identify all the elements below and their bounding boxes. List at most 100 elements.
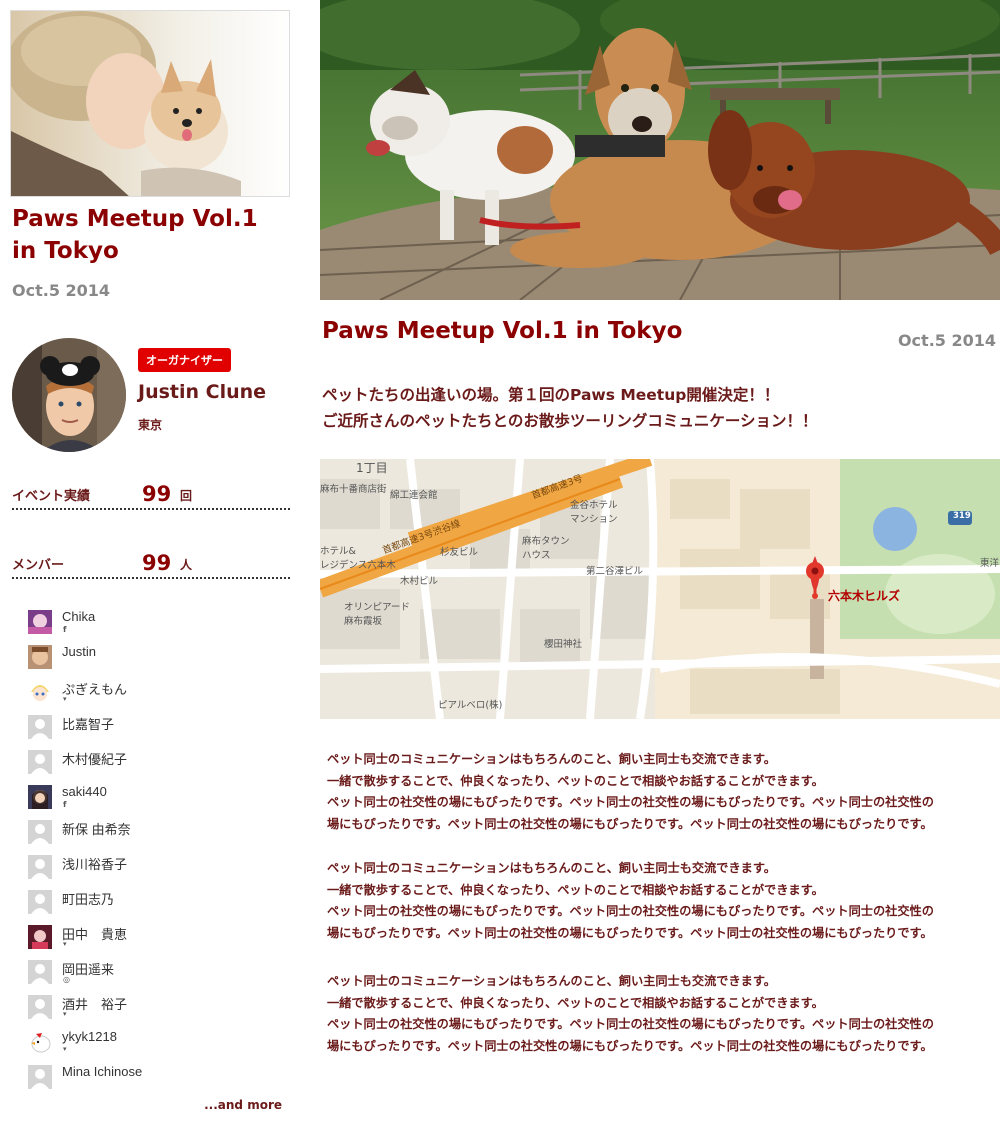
member-item[interactable]: Justin [26,643,286,678]
description-line: 一緒で散歩することで、仲良くなったり、ペットのことで相談やお話することができます… [327,995,824,1010]
description-line: 場にもぴったりです。ペット同士の社交性の場にもぴったりです。ペット同士の社交性の… [327,816,933,831]
organizer-avatar[interactable] [12,338,126,452]
map-label: 綿工連会館 [390,490,438,501]
map-route-shield: 319 [953,511,971,521]
member-name[interactable]: 比嘉智子 [62,714,114,733]
map-label: 麻布タウン ハウス [522,536,570,561]
member-item[interactable]: ぷぎえもん ▾ [26,678,286,713]
description-line: ペット同士の社交性の場にもぴったりです。ペット同士の社交性の場にもぴったりです。… [327,1017,934,1031]
member-avatar[interactable] [28,750,52,774]
member-name[interactable]: 酒井 裕子 [62,994,127,1013]
map-label: 第二谷澤ビル [586,566,644,577]
stat-event-count: イベント実績 99 回 [12,480,290,510]
facebook-icon: f [63,800,67,809]
member-avatar[interactable] [28,715,52,739]
twitter-icon: ▾ [63,695,67,703]
member-name[interactable]: Mina Ichinose [62,1064,142,1079]
description-line: ペット同士のコミュニケーションはもちろんのこと、飼い主同士も交流できます。 [327,752,776,766]
map-label: 金谷ホテル マンション [570,500,618,525]
member-avatar[interactable] [28,1065,52,1089]
description-line: 場にもぴったりです。ペット同士の社交性の場にもぴったりです。ペット同士の社交性の… [327,1038,933,1053]
description-line: ペット同士の社交性の場にもぴったりです。ペット同士の社交性の場にもぴったりです。… [327,795,934,809]
sidebar-title-line2: in Tokyo [12,238,119,264]
stat-value: 99 [142,551,172,575]
sidebar-title-line1: Paws Meetup Vol.1 [12,206,258,232]
map-pin-label: 六本木ヒルズ [828,589,901,603]
sidebar-event-title[interactable]: Paws Meetup Vol.1 in Tokyo [12,203,292,267]
sidebar-event-date: Oct.5 2014 [12,281,111,300]
stat-unit: 回 [180,489,193,503]
member-avatar[interactable] [28,960,52,984]
organizer-location: 東京 [138,418,163,432]
event-main-photo [320,0,1000,300]
member-avatar[interactable] [28,645,52,669]
member-name[interactable]: 町田志乃 [62,889,114,908]
tagline-line1: ペットたちの出逢いの場。第１回のPaws Meetup開催決定！！ [322,386,780,404]
member-name[interactable]: 浅川裕香子 [62,854,127,873]
organizer-name[interactable]: Justin Clune [138,381,266,403]
member-avatar[interactable] [28,785,52,809]
map-label: ホテル& レジデンス六本木 [320,546,396,571]
member-name[interactable]: ykyk1218 [62,1029,117,1044]
description-line: 場にもぴったりです。ペット同士の社交性の場にもぴったりです。ペット同士の社交性の… [327,925,933,940]
member-avatar[interactable] [28,995,52,1019]
member-name[interactable]: 新保 由希奈 [62,819,131,838]
map-label: 木村ビル [400,576,439,587]
member-item[interactable]: 田中 貴恵 ▾ [26,923,286,958]
description-paragraph: ペット同士のコミュニケーションはもちろんのこと、飼い主同士も交流できます。一緒で… [327,749,992,835]
member-item[interactable]: 浅川裕香子 [26,853,286,888]
member-avatar[interactable] [28,680,52,704]
member-avatar[interactable] [28,855,52,879]
twitter-icon: ▾ [63,1010,67,1018]
stat-label: イベント実績 [12,489,91,504]
member-item[interactable]: Mina Ichinose [26,1063,286,1098]
tagline-line2: ご近所さんのペットたちとのお散歩ツーリングコミュニケーション！！ [322,412,818,430]
description-paragraph: ペット同士のコミュニケーションはもちろんのこと、飼い主同士も交流できます。一緒で… [327,971,992,1057]
sidebar: Paws Meetup Vol.1 in Tokyo Oct.5 2014 オー… [0,0,300,1130]
member-item[interactable]: ykyk1218 ▾ [26,1028,286,1063]
member-item[interactable]: 酒井 裕子 ▾ [26,993,286,1028]
description-line: 一緒で散歩することで、仲良くなったり、ペットのことで相談やお話することができます… [327,882,824,897]
member-item[interactable]: 木村優紀子 [26,748,286,783]
member-avatar[interactable] [28,1030,52,1054]
map-label: ピアルベロ(株) [438,700,503,711]
twitter-icon: ▾ [63,1045,67,1053]
map-label: 杉友ビル [440,547,479,558]
member-avatar[interactable] [28,820,52,844]
map-label: 東洋 [980,558,1000,569]
map-label: 麻布十番商店街 [320,484,387,495]
event-date: Oct.5 2014 [897,331,996,350]
member-item[interactable]: 岡田遥来 ◎ [26,958,286,993]
member-item[interactable]: 町田志乃 [26,888,286,923]
member-avatar[interactable] [28,610,52,634]
member-name[interactable]: 木村優紀子 [62,749,127,768]
map-label: オリンピアード 麻布霞坂 [344,602,410,627]
description-paragraph: ペット同士のコミュニケーションはもちろんのこと、飼い主同士も交流できます。一緒で… [327,858,992,944]
member-item[interactable]: Chika f [26,608,286,643]
member-name[interactable]: ぷぎえもん [62,679,127,698]
event-title: Paws Meetup Vol.1 in Tokyo [322,318,683,344]
member-item[interactable]: 比嘉智子 [26,713,286,748]
event-tagline: ペットたちの出逢いの場。第１回のPaws Meetup開催決定！！ ご近所さんの… [322,382,818,434]
member-name[interactable]: Chika [62,609,95,624]
description-line: ペット同士の社交性の場にもぴったりです。ペット同士の社交性の場にもぴったりです。… [327,904,934,918]
event-thumbnail[interactable] [10,10,290,197]
member-item[interactable]: saki440 f [26,783,286,818]
member-item[interactable]: 新保 由希奈 [26,818,286,853]
and-more-link[interactable]: ...and more [204,1098,282,1112]
description-line: ペット同士のコミュニケーションはもちろんのこと、飼い主同士も交流できます。 [327,974,776,988]
member-avatar[interactable] [28,925,52,949]
member-avatar[interactable] [28,890,52,914]
stat-value: 99 [142,482,172,506]
stat-label: メンバー [12,558,65,573]
member-name[interactable]: Justin [62,644,96,659]
description-line: 一緒で散歩することで、仲良くなったり、ペットのことで相談やお話することができます… [327,773,824,788]
map-label: 1丁目 [356,461,388,475]
member-name[interactable]: 田中 貴恵 [62,924,127,943]
event-map[interactable]: 1丁目 麻布十番商店街 綿工連会館 金谷ホテル マンション 首都高速3号渋谷線 … [320,459,1000,719]
description-line: ペット同士のコミュニケーションはもちろんのこと、飼い主同士も交流できます。 [327,861,776,875]
stat-unit: 人 [180,558,193,572]
organizer-badge: オーガナイザー [138,348,231,372]
map-label: 櫻田神社 [544,639,583,650]
member-name[interactable]: saki440 [62,784,107,799]
